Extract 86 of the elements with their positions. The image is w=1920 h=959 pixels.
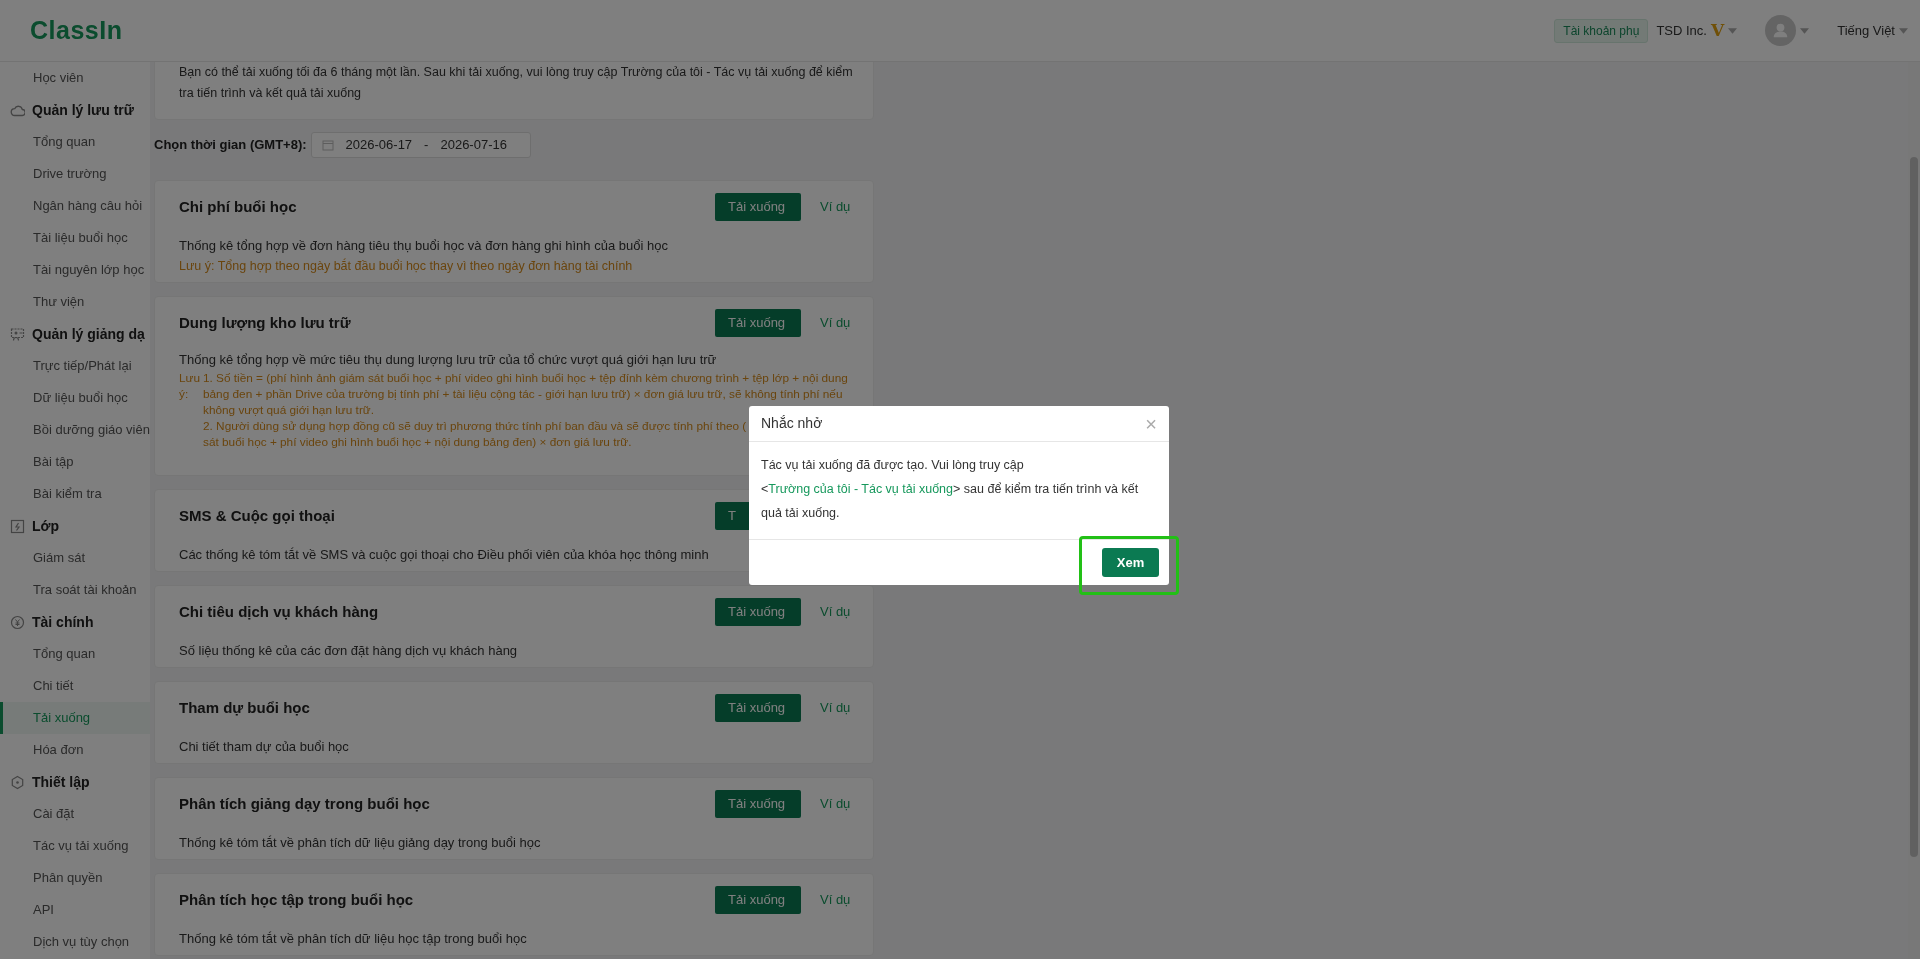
download-button[interactable]: Tải xuống [715,694,801,722]
settings-icon [10,774,25,790]
example-link[interactable]: Ví dụ [820,602,851,622]
sidebar-item[interactable]: Tải xuống [0,702,150,734]
class-board-icon [10,518,25,534]
sidebar-item[interactable]: Bài kiểm tra [0,478,150,510]
end-date: 2026-07-16 [440,136,507,155]
organization-name[interactable]: TSD Inc. [1656,20,1707,41]
sidebar-item[interactable]: Dịch vụ tùy chọn [0,926,150,958]
sidebar-item[interactable]: Tài liệu buổi học [0,222,150,254]
sidebar-item[interactable]: Tổng quan [0,638,150,670]
sidebar-item[interactable]: Tổng quan [0,126,150,158]
report-description: Thống kê tổng hợp về mức tiêu thụ dung lượng lưu trữ của tổ chức vượt quá giới hạn lưu trữ [179,351,718,369]
example-link[interactable]: Ví dụ [820,794,851,814]
notice-text: Bạn có thể tải xuống tối đa 6 tháng một lần. Sau khi tải xuống, vui lòng truy cập Trường của tôi - Tác vụ tải xuống để kiểm tra tiến trình và kết quả tải xuống [179,64,854,102]
date-range-field[interactable]: 2026-06-17 - 2026-07-16 [310,132,531,158]
sidebar-item[interactable]: Tra soát tài khoản [0,574,150,606]
close-button[interactable]: × [1145,413,1157,434]
report-description: Số liệu thống kê của các đơn đặt hàng dịch vụ khách hàng [179,642,519,660]
sidebar-item[interactable]: Dữ liệu buổi học [0,382,150,414]
report-title: Phân tích học tập trong buổi học [179,889,414,910]
logo: ClassIn [30,14,123,46]
sidebar-item[interactable]: Thư viện [0,286,150,318]
report-title: Chi phí buổi học [179,196,297,217]
vip-mark: V [1710,18,1725,42]
note-label: Lưu ý: [179,370,202,403]
dialog-title: Nhắc nhở [761,414,823,433]
calendar-icon [321,139,334,151]
sidebar-item[interactable]: Bồi dưỡng giáo viên [0,414,150,446]
dialog-message: Tác vụ tải xuống đã được tạo. Vui lòng truy cập <Trường của tôi - Tác vụ tải xuống> sau để kiểm tra tiến trình và kết quả tải xuống. [761,458,1139,520]
example-link[interactable]: Ví dụ [820,197,851,217]
example-link[interactable]: Ví dụ [820,698,851,718]
group-label: Quản lý giảng dạ [32,324,145,344]
download-button[interactable]: Tải xuống [715,309,801,337]
note-line: 1. Số tiền = (phí hình ảnh giám sát buổi học + phí video ghi hình buổi học + tệp đính kèm chương trình + tệp lớp + nội dung [203,371,848,385]
coin-icon [10,614,25,630]
report-title: Phân tích giảng dạy trong buổi học [179,793,430,814]
sidebar-item[interactable]: Giám sát [0,542,150,574]
group-label: Quản lý lưu trữ [32,100,134,120]
sidebar-item[interactable]: Tác vụ tải xuống [0,830,150,862]
example-link[interactable]: Ví dụ [820,890,851,910]
note-line: 2. Người dùng sử dụng hợp đồng cũ sẽ duy trì phương thức tính phí ban đầu và sẽ được tính phí theo ( [203,419,747,433]
sidebar-item[interactable]: Cài đặt [0,798,150,830]
download-button[interactable]: Tải xuống [715,598,801,626]
sidebar-item[interactable]: API [0,894,150,926]
sidebar-item[interactable]: Phân quyền [0,862,150,894]
date-separator: - [424,136,429,155]
note-line: không vượt quá giới hạn lưu trữ. [203,403,374,417]
note-line: sát buổi học + phí video ghi hình buổi học + nội dung bảng đen) × đơn giá lưu trữ. [203,435,632,449]
date-label: Chọn thời gian (GMT+8): [154,136,307,155]
caret-icon[interactable] [1800,27,1810,34]
group-label: Tài chính [32,612,94,632]
download-button[interactable]: Tải xuống [715,790,801,818]
sidebar-item[interactable]: Trực tiếp/Phát lại [0,350,150,382]
sidebar-item[interactable]: Ngân hàng câu hỏi [0,190,150,222]
avatar-icon[interactable] [1765,15,1797,46]
caret-icon[interactable] [1899,27,1908,34]
account-badge: Tài khoản phụ [1554,18,1649,43]
sidebar-item[interactable]: Tài nguyên lớp học [0,254,150,286]
caret-icon[interactable] [1728,27,1738,34]
group-label: Thiết lập [32,772,90,792]
report-note: Lưu ý: Tổng hợp theo ngày bắt đầu buổi học thay vì theo ngày đơn hàng tài chính [179,257,634,275]
report-description: Thống kê tóm tắt về phân tích dữ liệu giảng dạy trong buổi học [179,834,542,852]
view-button[interactable]: Xem [1102,548,1159,578]
task-link[interactable]: Trường của tôi - Tác vụ tải xuống [768,481,954,496]
report-description: Thống kê tổng hợp về đơn hàng tiêu thụ buổi học và đơn hàng ghi hình của buổi học [179,237,669,255]
report-description: Các thống kê tóm tắt về SMS và cuộc gọi thoại cho Điều phối viên của khóa học thông minh [179,546,710,564]
presentation-icon [10,326,25,342]
sidebar-item[interactable]: Chi tiết [0,670,150,702]
report-title: SMS & Cuộc gọi thoại [179,505,335,526]
example-link[interactable]: Ví dụ [820,313,851,333]
sidebar-item[interactable]: Bài tập [0,446,150,478]
download-button[interactable]: Tải xuống [715,886,801,914]
report-description: Thống kê tóm tắt về phân tích dữ liệu học tập trong buổi học [179,930,528,948]
report-title: Chi tiêu dịch vụ khách hàng [179,601,379,622]
note-line: bảng đen + phần Drive của trường bị tính phí + tài liệu cộng tác - giới hạn lưu trữ) × đơn giá lưu trữ, sẽ không tính phí nếu [203,387,843,401]
sidebar-item[interactable]: Học viên [0,62,150,94]
download-button[interactable]: Tải xuống [715,193,801,221]
sidebar-item[interactable]: Hóa đơn [0,734,150,766]
report-title: Tham dự buổi học [179,697,310,718]
report-description: Chi tiết tham dự của buổi học [179,738,350,756]
report-title: Dung lượng kho lưu trữ [179,312,351,333]
sidebar-item[interactable]: Drive trường [0,158,150,190]
language-selector[interactable]: Tiếng Việt [1837,20,1895,41]
start-date: 2026-06-17 [345,136,413,155]
group-label: Lớp [32,516,60,536]
